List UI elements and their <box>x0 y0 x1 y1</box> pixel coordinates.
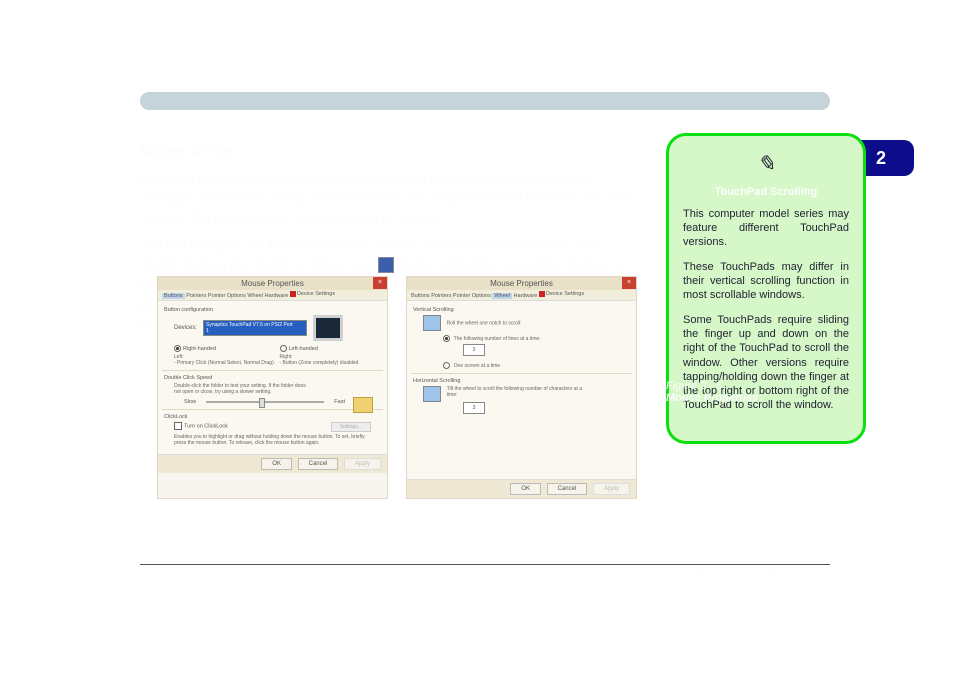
speed-slider[interactable] <box>206 401 324 403</box>
tab-device-settings[interactable]: Device Settings <box>539 291 584 297</box>
radio-lines[interactable] <box>443 335 450 342</box>
mouse-properties-buttons: Mouse Properties × Buttons Pointers Poin… <box>157 276 388 499</box>
tab-pointer-options[interactable]: Pointer Options <box>453 293 491 299</box>
radio-screen[interactable] <box>443 362 450 369</box>
group-vertical-scroll: Vertical Scrolling <box>413 307 630 313</box>
tabs-row: Buttons Pointers Pointer Options Wheel H… <box>407 290 636 301</box>
close-icon[interactable]: × <box>622 277 636 289</box>
lines-spinner[interactable]: 3 <box>463 344 485 356</box>
cancel-button[interactable]: Cancel <box>298 458 339 470</box>
tab-wheel[interactable]: Wheel <box>492 293 512 299</box>
tab-pointers[interactable]: Pointers <box>186 293 206 299</box>
mouse-properties-wheel: Mouse Properties × Buttons Pointers Poin… <box>406 276 637 499</box>
tilt-icon <box>423 386 441 402</box>
footer-page-right: Mouse & TouchPad Devices 2 - 11 <box>696 570 864 582</box>
tab-hardware[interactable]: Hardware <box>264 293 288 299</box>
figure-caption: Figure 2 - 6 Mouse Properties <box>666 380 866 404</box>
callout-title: TouchPad Scrolling <box>683 185 849 199</box>
footer-page-left: 2 - 11 <box>140 570 168 582</box>
wheel-icon <box>423 315 441 331</box>
clicklock-checkbox[interactable] <box>174 422 182 430</box>
devices-label: Devices: <box>174 325 197 331</box>
group-clicklock: ClickLock <box>164 414 381 420</box>
folder-test-icon[interactable] <box>353 397 373 413</box>
callout-p2: These TouchPads may differ in their vert… <box>683 260 849 303</box>
tab-pointer-options[interactable]: Pointer Options <box>208 293 246 299</box>
window-titlebar: Mouse Properties × <box>407 277 636 290</box>
touchpad-thumbnail <box>313 315 343 341</box>
tab-wheel[interactable]: Wheel <box>247 293 263 299</box>
synaptics-icon <box>290 291 296 297</box>
tabs-row: Buttons Pointers Pointer Options Wheel H… <box>158 290 387 301</box>
footer-rule <box>140 564 830 565</box>
header-bar <box>140 92 830 110</box>
tab-device-settings[interactable]: Device Settings <box>290 291 335 297</box>
radio-left-handed[interactable] <box>280 345 287 352</box>
ok-button[interactable]: OK <box>261 458 292 470</box>
tab-hardware[interactable]: Hardware <box>513 293 537 299</box>
dialog-button-row: OK Cancel Apply <box>407 479 636 498</box>
window-titlebar: Mouse Properties × <box>158 277 387 290</box>
tray-icon <box>378 257 394 273</box>
synaptics-icon <box>539 291 545 297</box>
group-button-config: Button configuration <box>164 307 381 313</box>
cancel-button[interactable]: Cancel <box>547 483 588 495</box>
clicklock-settings-button: Settings... <box>331 422 371 432</box>
apply-button: Apply <box>593 483 630 495</box>
tab-buttons[interactable]: Buttons <box>162 293 185 299</box>
radio-right-handed[interactable] <box>174 345 181 352</box>
apply-button: Apply <box>344 458 381 470</box>
tab-pointers[interactable]: Pointers <box>431 293 451 299</box>
section-heading: Mouse Driver <box>140 140 640 163</box>
close-icon[interactable]: × <box>373 277 387 289</box>
chars-spinner[interactable]: 3 <box>463 402 485 414</box>
dialog-button-row: OK Cancel Apply <box>158 454 387 473</box>
group-horiz-scroll: Horizontal Scrolling <box>413 378 630 384</box>
tab-buttons[interactable]: Buttons <box>411 293 430 299</box>
screenshots-row: Mouse Properties × Buttons Pointers Poin… <box>157 276 637 499</box>
paragraph-1: If you are using an external mouse your … <box>140 169 640 228</box>
devices-dropdown[interactable]: Synaptics TouchPad V7.5 on PS/2 Port 1 <box>203 320 307 336</box>
callout-p1: This computer model series may feature d… <box>683 207 849 250</box>
group-double-click: Double Click Speed <box>164 375 381 381</box>
ok-button[interactable]: OK <box>510 483 541 495</box>
pencil-icon: ✎ <box>683 150 849 179</box>
